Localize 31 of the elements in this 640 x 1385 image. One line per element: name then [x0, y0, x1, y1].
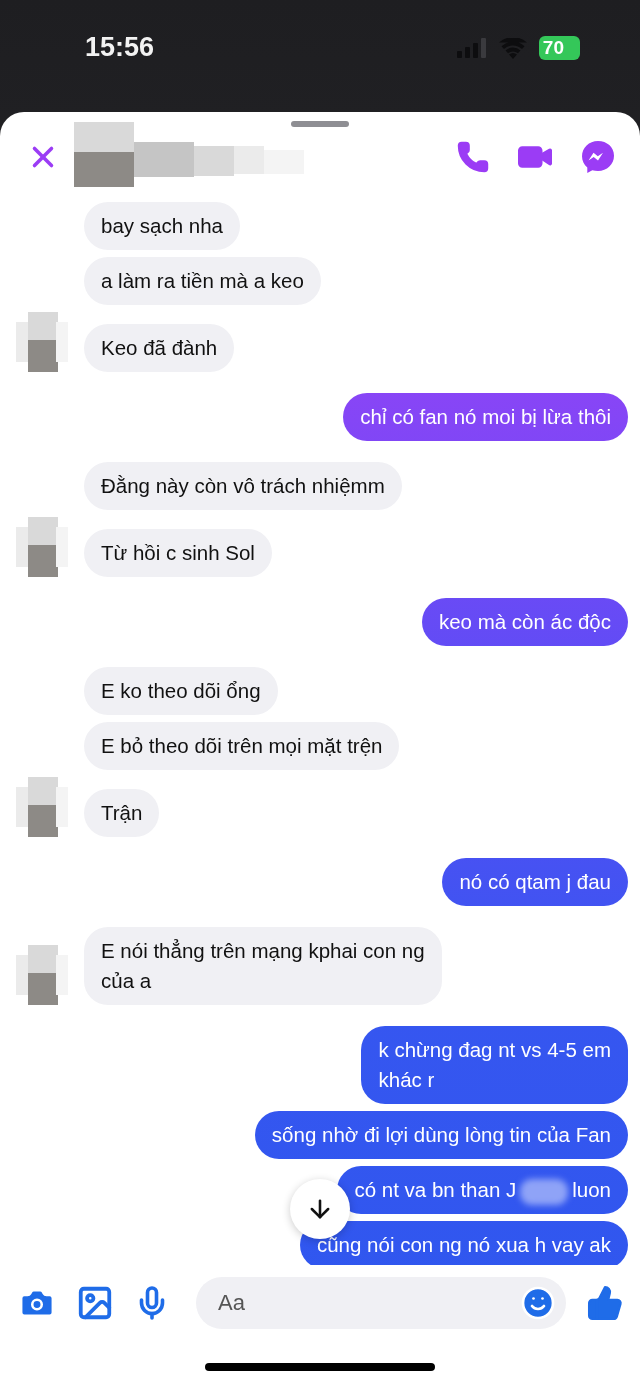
received-message: a làm ra tiền mà a keo — [84, 257, 321, 305]
received-message: E nói thẳng trên mạng kphai con ng của a — [84, 927, 442, 1005]
sent-message: sống nhờ đi lợi dùng lòng tin của Fan — [254, 1111, 628, 1159]
pixelated-avatar — [16, 777, 68, 837]
sheet-handle[interactable] — [291, 121, 349, 127]
received-message: E bỏ theo dõi trên mọi mặt trện — [84, 722, 400, 770]
sent-message: cũng nói con ng nó xua h vay ak — [299, 1221, 628, 1265]
signal-icon — [456, 38, 487, 58]
message-field[interactable]: Aa — [196, 1277, 566, 1329]
phone-button[interactable] — [456, 140, 490, 174]
sent-message: nó có qtam j đau — [442, 858, 628, 906]
gallery-button[interactable] — [76, 1284, 114, 1322]
pixelated-avatar — [16, 517, 68, 577]
received-message: Trận — [84, 789, 160, 837]
pixelated-avatar — [16, 312, 68, 372]
sent-message: k chừng đag nt vs 4-5 em khác r — [361, 1026, 628, 1104]
received-message: E ko theo dõi ổng — [84, 667, 278, 715]
redaction-blur — [520, 1178, 569, 1205]
received-message: Đằng này còn vô trách nhiệmm — [84, 462, 402, 510]
like-button[interactable] — [586, 1284, 624, 1322]
sent-message: keo mà còn ác độc — [421, 598, 628, 646]
received-message: bay sạch nha — [84, 202, 240, 250]
scroll-down-button[interactable] — [290, 1179, 350, 1239]
sent-message: có nt va bn than J luon — [337, 1166, 628, 1214]
received-message: Từ hồi c sinh Sol — [84, 529, 272, 577]
status-time: 15:56 — [85, 32, 155, 63]
battery-level: 70 — [538, 36, 580, 60]
sent-message: chỉ có fan nó moi bị lừa thôi — [343, 393, 628, 441]
pixelated-avatar — [16, 945, 68, 1005]
received-message: Keo đã đành — [84, 324, 235, 372]
messenger-icon[interactable] — [580, 139, 616, 175]
